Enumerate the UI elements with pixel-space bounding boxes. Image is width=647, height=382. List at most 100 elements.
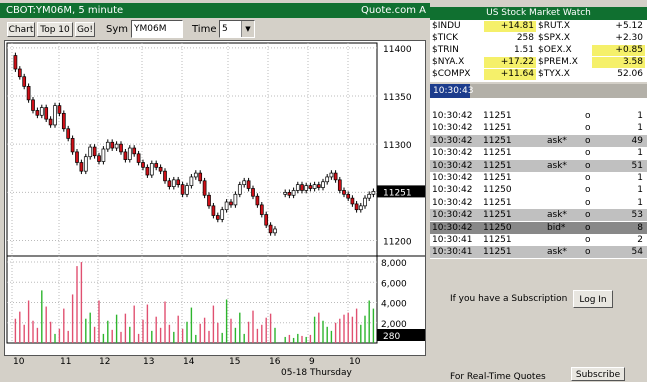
candle-body (321, 181, 325, 188)
trade-size: 8 (637, 222, 643, 233)
candle-body (48, 118, 53, 126)
candle-body (123, 151, 128, 160)
candle-body (88, 146, 93, 158)
watch-symbol: $NYA.X (432, 57, 465, 67)
trade-row: 10:30:41 11251 ask* o 54 (430, 246, 647, 259)
candle-body (198, 172, 203, 182)
chart-button[interactable]: Chart (7, 22, 35, 37)
candle-body (75, 151, 79, 163)
candle-body (237, 184, 242, 195)
candle-body (358, 205, 363, 211)
watch-value: 1.51 (513, 45, 534, 55)
x-tick-label: 12 (99, 357, 111, 367)
candle-body (158, 166, 163, 172)
candle-body (171, 179, 176, 187)
watch-symbol: $TRIN (432, 45, 459, 55)
candle-body (35, 110, 40, 116)
watch-symbol: $SPX.X (538, 33, 571, 43)
candle-body (273, 228, 277, 234)
price-tick-label: 11300 (383, 141, 412, 151)
trade-time: 10:30:42 (432, 135, 473, 146)
candle-body (193, 172, 198, 178)
subscription-text: If you have a Subscription (450, 294, 568, 304)
watch-row: $TRIN 1.51 $OEX.X +0.85 (430, 45, 647, 56)
x-tick-label: 16 (269, 357, 281, 367)
trade-side: ask* (547, 210, 567, 221)
last-volume-label: 280 (383, 332, 400, 342)
candle-body (132, 147, 137, 155)
watch-row: $COMPX +11.64 $TYX.X 52.06 (430, 69, 647, 80)
watch-row: $INDU +14.81 $RUT.X +5.12 (430, 21, 647, 32)
trade-size: 53 (631, 210, 643, 221)
trade-price: 11251 (483, 197, 512, 208)
subscribe-button[interactable]: Subscribe (571, 367, 625, 381)
chart-title: CBOT:YM06M, 5 minute (6, 5, 124, 16)
trade-size: 49 (631, 135, 643, 146)
candles (13, 52, 376, 236)
market-panel: US Stock Market Watch $INDU +14.81 $RUT.X +… (430, 0, 647, 382)
candle-body (114, 143, 119, 149)
watch-symbol: $PREM.X (538, 57, 578, 67)
go-button[interactable]: Go! (75, 22, 95, 37)
trade-time: 10:30:41 (432, 247, 473, 258)
candle-body (57, 105, 62, 114)
candle-body (229, 201, 233, 206)
trade-price: 11251 (483, 135, 512, 146)
trade-time: 10:30:42 (432, 123, 473, 134)
sym-label: Sym (106, 24, 129, 35)
plot-border (6, 42, 378, 344)
watch-symbol: $INDU (432, 21, 461, 31)
trade-price: 11251 (483, 173, 512, 183)
candle-body (79, 162, 84, 172)
candle-body (295, 184, 300, 191)
trade-side: bid* (547, 222, 566, 233)
trade-row: 10:30:42 11250 o 1 (430, 184, 647, 196)
trade-row: 10:30:42 11251 ask* o 53 (430, 209, 647, 222)
candle-body (268, 224, 273, 234)
candle-body (220, 209, 225, 220)
top10-button[interactable]: Top 10 (37, 22, 73, 37)
candle-body (17, 68, 22, 78)
candle-body (367, 193, 372, 199)
trade-price: 11251 (483, 210, 512, 221)
candle-body (325, 176, 330, 183)
price-tick-label: 11400 (383, 45, 412, 55)
trade-price: 11251 (483, 235, 512, 245)
candle-body (145, 166, 150, 176)
watch-symbol: $COMPX (432, 69, 471, 79)
time-select[interactable]: 5 ▼ (219, 20, 255, 38)
trade-price: 11251 (483, 247, 512, 258)
volume-tick-label: 4,000 (381, 300, 407, 310)
candle-body (333, 172, 338, 181)
candle-body (287, 192, 292, 196)
candle-body (255, 195, 260, 206)
candle-body (70, 138, 75, 153)
x-tick-label: 9 (309, 357, 315, 367)
chart-toolbar: Chart Top 10 Go! Sym YM06M Time 5 ▼ (0, 18, 430, 40)
trade-o: o (585, 197, 591, 208)
login-button[interactable]: Log In (573, 290, 613, 308)
trade-o: o (585, 135, 591, 146)
candle-body (363, 197, 367, 207)
trade-row: 10:30:41 11251 o 2 (430, 234, 647, 246)
volume-tick-label: 6,000 (381, 279, 407, 289)
trade-size: 1 (637, 148, 643, 159)
trade-row: 10:30:42 11251 o 1 (430, 122, 647, 134)
trade-price: 11251 (483, 148, 512, 159)
chevron-down-icon[interactable]: ▼ (241, 21, 254, 37)
candle-body (167, 180, 172, 187)
time-label: Time (192, 24, 217, 35)
trade-size: 1 (637, 197, 643, 208)
time-sales-header: 10:30:43 (430, 84, 647, 98)
candle-body (350, 197, 355, 205)
x-tick-label: 11 (60, 357, 72, 367)
candle-body (337, 179, 342, 191)
candle-body (308, 185, 313, 189)
symbol-input[interactable]: YM06M (131, 20, 183, 38)
trade-size: 1 (637, 173, 643, 183)
trade-time: 10:30:42 (432, 185, 473, 196)
trade-time: 10:30:42 (432, 148, 473, 159)
candle-body (371, 191, 376, 195)
trade-price: 11251 (483, 160, 512, 171)
trade-row: 10:30:42 11251 o 1 (430, 172, 647, 184)
